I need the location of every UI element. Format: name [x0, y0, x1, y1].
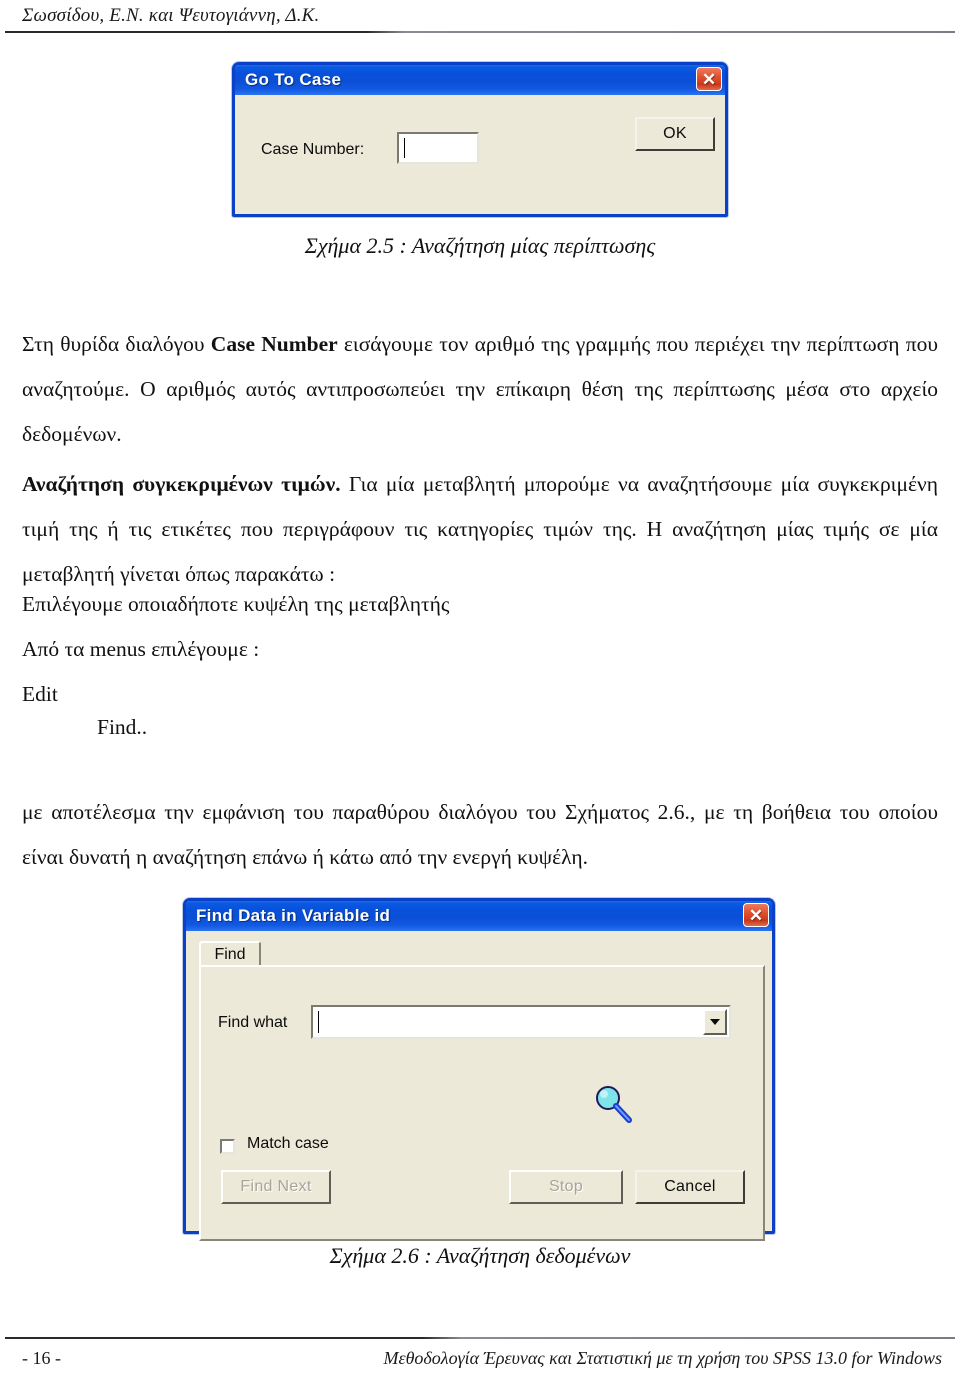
paragraph-1: Στη θυρίδα διαλόγου Case Number εισάγουμ… — [22, 322, 938, 457]
paragraph-2: Αναζήτηση συγκεκριμένων τιμών. Για μία μ… — [22, 462, 938, 597]
find-next-button[interactable]: Find Next — [221, 1170, 331, 1204]
menu-find: Find.. — [97, 715, 148, 739]
find-data-dialog[interactable]: Find Data in Variable id ✕ Find Find wha… — [183, 898, 775, 1241]
find-data-title: Find Data in Variable id — [196, 906, 391, 925]
magnifier-icon — [596, 1086, 632, 1123]
tab-strip: Find — [199, 941, 765, 967]
close-glyph: ✕ — [748, 905, 764, 925]
close-icon[interactable]: ✕ — [696, 67, 722, 91]
chevron-down-icon[interactable] — [703, 1009, 727, 1035]
step-from-menus: Από τα menus επιλέγουμε : — [22, 637, 260, 661]
close-glyph: ✕ — [701, 69, 717, 89]
paragraph-1-pre: Στη θυρίδα διαλόγου — [22, 332, 211, 356]
match-case-label: Match case — [247, 1135, 329, 1152]
go-to-case-title-bar[interactable]: Go To Case ✕ — [235, 65, 725, 95]
find-what-combobox[interactable] — [311, 1005, 731, 1039]
page-header: Σωσσίδου, Ε.Ν. και Ψευτογιάννη, Δ.Κ. — [0, 0, 960, 40]
case-number-label: Case Number: — [261, 141, 365, 158]
cancel-button[interactable]: Cancel — [635, 1170, 745, 1204]
case-number-input[interactable] — [397, 132, 479, 164]
stop-button[interactable]: Stop — [509, 1170, 623, 1204]
go-to-case-body: Case Number: OK — [235, 95, 725, 214]
text-caret — [404, 138, 405, 158]
footer-divider — [5, 1337, 955, 1339]
find-data-title-bar[interactable]: Find Data in Variable id ✕ — [186, 901, 772, 931]
tab-find[interactable]: Find — [199, 941, 261, 967]
go-to-case-title: Go To Case — [245, 70, 342, 89]
ok-button[interactable]: OK — [635, 117, 715, 151]
footer-book-title: Μεθοδολογία Έρευνας και Στατιστική με τη… — [383, 1348, 942, 1368]
header-authors: Σωσσίδου, Ε.Ν. και Ψευτογιάννη, Δ.Κ. — [22, 5, 320, 26]
figure-caption-2-6: Σχήμα 2.6 : Αναζήτηση δεδομένων — [329, 1243, 631, 1268]
find-what-label: Find what — [218, 1014, 288, 1031]
page-number: - 16 - — [22, 1348, 61, 1368]
find-data-body: Find Find what Match case Find Next Stop… — [186, 931, 772, 1241]
paragraph-2-heading: Αναζήτηση συγκεκριμένων τιμών. — [22, 472, 341, 496]
find-tab-panel: Find what Match case Find Next Stop Canc… — [199, 965, 765, 1241]
go-to-case-dialog[interactable]: Go To Case ✕ Case Number: OK — [232, 62, 728, 217]
header-divider — [5, 31, 955, 33]
text-caret — [318, 1011, 319, 1033]
step-select-cell: Επιλέγουμε οποιαδήποτε κυψέλη της μεταβλ… — [22, 592, 450, 616]
figure-caption-2-5: Σχήμα 2.5 : Αναζήτηση μίας περίπτωσης — [304, 233, 656, 258]
match-case-checkbox[interactable] — [220, 1139, 235, 1154]
paragraph-3: με αποτέλεσμα την εμφάνιση του παραθύρου… — [22, 800, 938, 869]
case-number-bold: Case Number — [210, 332, 338, 356]
close-icon[interactable]: ✕ — [743, 903, 769, 927]
